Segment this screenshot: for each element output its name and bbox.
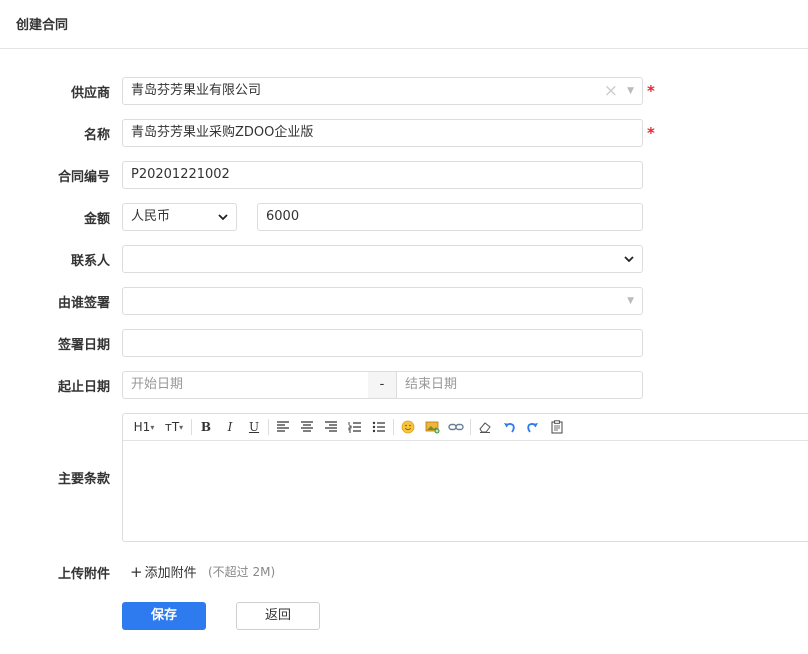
bullet-list-icon — [372, 421, 385, 433]
attachment-size-hint: (不超过 2M) — [208, 565, 276, 579]
amount-value: 6000 — [266, 209, 300, 224]
emoji-button[interactable] — [398, 417, 418, 437]
align-center-icon — [301, 421, 313, 432]
header-divider — [0, 48, 808, 49]
add-attachment-label: 添加附件 — [144, 566, 197, 581]
amount-label: 金额 — [83, 212, 110, 227]
paste-text-button[interactable] — [547, 417, 567, 437]
currency-value: 人民币 — [131, 209, 171, 224]
heading-label: H1 — [133, 420, 151, 434]
required-mark: * — [647, 82, 655, 100]
align-left-icon — [277, 421, 289, 432]
italic-icon: I — [227, 420, 233, 434]
contact-select[interactable] — [122, 245, 643, 273]
date-range-label: 起止日期 — [57, 380, 110, 395]
supplier-label: 供应商 — [70, 86, 110, 101]
plus-icon: + — [130, 563, 143, 581]
toolbar-separator — [191, 419, 192, 435]
back-button[interactable]: 返回 — [236, 602, 320, 630]
contact-label: 联系人 — [70, 254, 110, 269]
insert-link-button[interactable] — [446, 417, 466, 437]
editor-toolbar: H1 ▾ тT ▾ B I U — [123, 414, 808, 441]
contract-no-label: 合同编号 — [57, 170, 110, 185]
chevron-down-icon — [218, 204, 228, 221]
heading-dropdown[interactable]: H1 ▾ — [131, 417, 157, 437]
save-button[interactable]: 保存 — [122, 602, 206, 630]
underline-button[interactable]: U — [244, 417, 264, 437]
font-size-label: тT — [164, 420, 180, 434]
toolbar-separator — [268, 419, 269, 435]
caret-down-icon: ▾ — [150, 422, 155, 432]
underline-icon: U — [248, 420, 260, 434]
supplier-value: 青岛芬芳果业有限公司 — [131, 83, 262, 98]
start-date-placeholder: 开始日期 — [131, 377, 184, 392]
add-attachment-button[interactable]: + 添加附件 — [130, 562, 197, 581]
italic-button[interactable]: I — [220, 417, 240, 437]
insert-image-button[interactable] — [422, 417, 442, 437]
undo-icon — [504, 423, 515, 433]
bold-button[interactable]: B — [196, 417, 216, 437]
amount-input[interactable]: 6000 — [257, 203, 643, 231]
redo-icon — [527, 423, 538, 433]
signed-by-select[interactable]: ▼ — [122, 287, 643, 315]
align-right-icon — [325, 421, 337, 432]
font-size-dropdown[interactable]: тT ▾ — [161, 417, 187, 437]
redo-button[interactable] — [523, 417, 543, 437]
sign-date-input[interactable] — [122, 329, 643, 357]
contract-no-value: P20201221002 — [131, 167, 230, 182]
end-date-input[interactable]: 结束日期 — [396, 371, 643, 399]
toolbar-separator — [393, 419, 394, 435]
ordered-list-icon — [348, 422, 361, 433]
caret-down-icon[interactable]: ▼ — [627, 78, 634, 104]
page-title: 创建合同 — [16, 18, 69, 33]
align-left-button[interactable] — [273, 417, 293, 437]
align-right-button[interactable] — [321, 417, 341, 437]
signed-by-label: 由谁签署 — [57, 296, 110, 311]
undo-button[interactable] — [499, 417, 519, 437]
link-icon — [448, 423, 464, 431]
name-input[interactable]: 青岛芬芳果业采购ZDOO企业版 — [122, 119, 643, 147]
currency-select[interactable]: 人民币 — [122, 203, 237, 231]
sign-date-label: 签署日期 — [57, 338, 110, 353]
clear-format-button[interactable] — [475, 417, 495, 437]
bullet-list-button[interactable] — [369, 417, 389, 437]
terms-editor[interactable]: H1 ▾ тT ▾ B I U — [122, 413, 808, 542]
end-date-placeholder: 结束日期 — [405, 377, 458, 392]
emoji-icon — [401, 420, 415, 434]
chevron-down-icon — [624, 246, 634, 263]
supplier-select[interactable]: 青岛芬芳果业有限公司 × ▼ — [122, 77, 643, 105]
terms-label: 主要条款 — [57, 472, 110, 487]
required-mark: * — [647, 124, 655, 142]
start-date-input[interactable]: 开始日期 — [122, 371, 369, 399]
name-label: 名称 — [83, 128, 110, 143]
attachment-label: 上传附件 — [57, 567, 110, 582]
toolbar-separator — [470, 419, 471, 435]
contract-no-input[interactable]: P20201221002 — [122, 161, 643, 189]
eraser-icon — [479, 422, 491, 433]
ordered-list-button[interactable] — [345, 417, 365, 437]
date-range-separator: - — [368, 371, 396, 399]
clipboard-icon — [551, 420, 563, 434]
image-icon — [425, 421, 439, 434]
name-value: 青岛芬芳果业采购ZDOO企业版 — [131, 125, 314, 140]
clear-icon[interactable]: × — [604, 78, 618, 104]
caret-down-icon: ▾ — [179, 422, 184, 432]
bold-icon: B — [200, 420, 212, 434]
caret-down-icon[interactable]: ▼ — [627, 288, 634, 314]
align-center-button[interactable] — [297, 417, 317, 437]
